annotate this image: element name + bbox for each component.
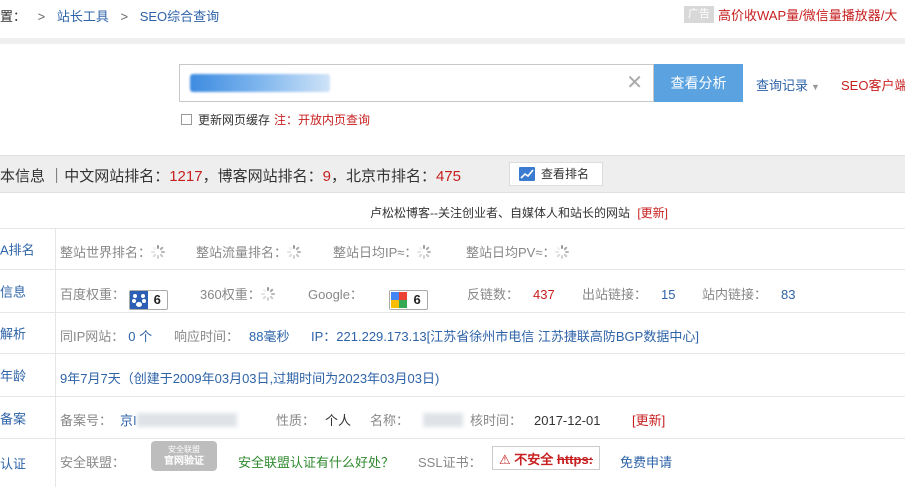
breadcrumb: 置： > 站长工具 > SEO综合查询 [0, 6, 219, 25]
history-dropdown[interactable]: 查询记录 ▼ [756, 75, 820, 94]
weight-360-field: 360权重： [200, 284, 275, 303]
baidu-weight-field: 百度权重： 6 [60, 284, 168, 310]
daily-ip-field: 整站日均IP≈： [333, 242, 432, 261]
traffic-rank-field: 整站流量排名： [196, 242, 302, 261]
ip-location-link[interactable]: IP：221.229.173.13[江苏省徐州市电信 江苏捷联高防BGP数据中心… [311, 326, 699, 345]
rank-summary: 本信息 ｜中文网站排名：1217，博客网站排名：9，北京市排名：475 [0, 165, 461, 186]
view-rank-label: 查看排名 [541, 167, 590, 181]
ssl-insecure-badge[interactable]: ⚠ 不安全 https: [492, 446, 601, 470]
row-label: 信息 [0, 270, 56, 312]
icp-number-field: 备案号： 京I [60, 410, 237, 429]
world-rank-field: 整站世界排名： [60, 242, 166, 261]
blog-rank-label: ，博客网站排名： [202, 168, 323, 185]
breadcrumb-link-tools[interactable]: 站长工具 [57, 9, 109, 24]
ssl-field: SSL证书： [418, 455, 482, 470]
free-apply-link[interactable]: 免费申请 [620, 452, 672, 471]
clear-icon[interactable]: ✕ [626, 73, 643, 93]
loading-spinner-icon [555, 245, 570, 259]
view-rank-button[interactable]: 查看排名 [509, 162, 603, 186]
backlinks-link[interactable]: 437 [533, 287, 555, 302]
site-title-update-link[interactable]: [更新] [637, 206, 668, 220]
cert-row: 认证 安全联盟： 安全联盟 官网验证 安全联盟认证有什么好处？ SSL证书： ⚠ … [0, 439, 905, 487]
icp-name-blurred [423, 413, 464, 427]
official-verify-seal[interactable]: 安全联盟 官网验证 [151, 441, 217, 471]
domain-age-link[interactable]: 9年7月7天（创建于2009年03月03日,过期时间为2023年03月03日) [60, 368, 439, 387]
baidu-weight-badge[interactable]: 6 [128, 290, 168, 310]
trend-chart-icon [519, 167, 535, 181]
search-input[interactable]: ✕ [179, 64, 654, 102]
outbound-links-link[interactable]: 15 [661, 287, 675, 302]
loading-spinner-icon [417, 245, 432, 259]
site-title-text: 卢松松博客--关注创业者、自媒体人和站长的网站 [370, 206, 630, 220]
section-title: 本信息 [0, 168, 46, 185]
icp-number-link[interactable]: 京I [120, 413, 237, 428]
row-label: 备案 [0, 397, 56, 438]
seo-info-row: 信息 百度权重： 6 360权重： Google： 6 反链数： 437 出站链接… [0, 270, 905, 313]
city-rank-label: ，北京市排名： [330, 168, 436, 185]
cache-option: 更新网页缓存 注：开放内页查询 [181, 111, 370, 128]
same-ip-field: 同IP网站： 0 个 [60, 329, 153, 344]
icp-number-blurred [136, 413, 237, 427]
icp-nature-field: 性质： 个人 [276, 413, 352, 428]
rank-info-bar: 本信息 ｜中文网站排名：1217，博客网站排名：9，北京市排名：475 查看排名 [0, 155, 905, 193]
breadcrumb-link-seo[interactable]: SEO综合查询 [140, 9, 219, 24]
breadcrumb-lead: 置： [0, 9, 27, 24]
loading-spinner-icon [287, 245, 302, 259]
baidu-paw-icon [129, 291, 148, 309]
city-rank-value: 475 [435, 168, 461, 185]
site-title: 卢松松博客--关注创业者、自媒体人和站长的网站 [更新] [370, 204, 668, 221]
internal-links-link[interactable]: 83 [781, 287, 795, 302]
loading-spinner-icon [151, 245, 166, 259]
daily-pv-field: 整站日均PV≈： [466, 242, 570, 261]
ad-badge: 广告 [684, 6, 714, 23]
row-label: 认证 [0, 439, 56, 487]
breadcrumb-separator: > [120, 9, 129, 24]
alliance-benefits-link[interactable]: 安全联盟认证有什么好处？ [238, 452, 394, 471]
internal-links-field: 站内链接： 83 [702, 287, 796, 302]
seo-client-link[interactable]: SEO客户端 [841, 75, 905, 94]
warning-icon: ⚠ 不安全 [499, 452, 554, 467]
icp-row: 备案 备案号： 京I 性质： 个人 名称： 核时间： 2017-12-01 [更新] [0, 397, 905, 439]
domain-resolve-row: 解析 同IP网站： 0 个 响应时间： 88毫秒 IP：221.229.173.13… [0, 313, 905, 354]
backlinks-field: 反链数： 437 [467, 287, 555, 302]
icp-update-link[interactable]: [更新] [632, 410, 665, 429]
top-divider [0, 38, 905, 44]
loading-spinner-icon [260, 287, 275, 301]
cache-label: 更新网页缓存 [198, 113, 271, 127]
domain-age-row: 年龄 9年7月7天（创建于2009年03月03日,过期时间为2023年03月03… [0, 354, 905, 397]
breadcrumb-bar: 置： > 站长工具 > SEO综合查询 广告 高价收WAP量/微信量播放器/大 [0, 0, 905, 30]
icp-name-field: 名称： [370, 410, 464, 429]
cn-rank-value: 1217 [169, 168, 203, 185]
google-pr-badge[interactable]: 6 [388, 290, 428, 310]
ad-link[interactable]: 高价收WAP量/微信量播放器/大 [718, 5, 897, 24]
row-label: A排名 [0, 229, 56, 269]
breadcrumb-separator: > [37, 9, 46, 24]
same-ip-link[interactable]: 0 个 [128, 329, 152, 344]
search-button[interactable]: 查看分析 [654, 64, 743, 102]
blog-rank-value: 9 [322, 168, 331, 185]
site-title-row: 卢松松博客--关注创业者、自媒体人和站长的网站 [更新] [0, 194, 905, 229]
history-label: 查询记录 [756, 78, 809, 93]
row-label: 解析 [0, 313, 56, 353]
search-value-blurred [190, 74, 330, 92]
alliance-field: 安全联盟： [60, 455, 126, 470]
verify-seal-icon: 安全联盟 官网验证 [151, 441, 217, 471]
cache-checkbox[interactable] [181, 114, 192, 125]
icp-audit-field: 核时间： 2017-12-01 [470, 413, 601, 428]
chevron-down-icon: ▼ [811, 82, 820, 92]
cache-note: 注：开放内页查询 [274, 113, 371, 127]
cn-rank-label: ｜中文网站排名： [49, 168, 170, 185]
alexa-row: A排名 整站世界排名： 整站流量排名： 整站日均IP≈： 整站日均PV≈： [0, 229, 905, 270]
google-pr-field: Google： 6 [308, 284, 428, 310]
response-time-field: 响应时间： 88毫秒 [174, 329, 290, 344]
row-label: 年龄 [0, 354, 56, 396]
outbound-links-field: 出站链接： 15 [582, 287, 676, 302]
google-icon [389, 291, 408, 309]
